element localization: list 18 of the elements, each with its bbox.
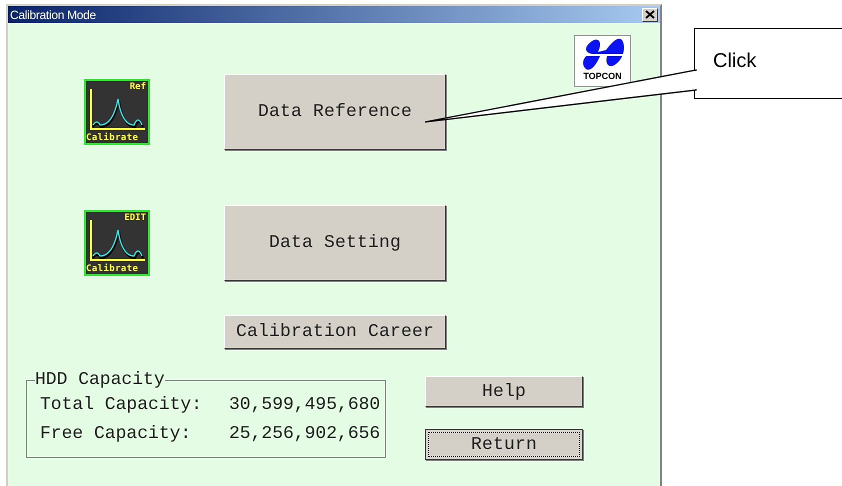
capacity-value: 25,256,902,656 [229,424,380,444]
icon-tag: EDIT [124,213,146,223]
calibration-career-button[interactable]: Calibration Career [224,315,446,349]
window-title: Calibration Mode [10,8,96,22]
action-button[interactable]: Data Reference [224,74,446,150]
icon-tag: Ref [130,82,146,92]
capacity-value: 30,599,495,680 [229,394,380,414]
icon-caption: Calibrate [86,264,138,274]
icon-caption: Calibrate [86,133,138,143]
logo-text: TOPCON [583,71,622,81]
capacity-label: Total Capacity: [40,394,204,414]
close-button[interactable] [642,8,658,22]
group-title: HDD Capacity [35,370,165,390]
capacity-label: Free Capacity: [40,424,192,444]
action-button[interactable]: Data Setting [224,205,446,281]
dialog-button[interactable]: Return [425,429,583,460]
callout-text: Click [713,50,756,73]
dialog-button[interactable]: Help [425,376,583,407]
